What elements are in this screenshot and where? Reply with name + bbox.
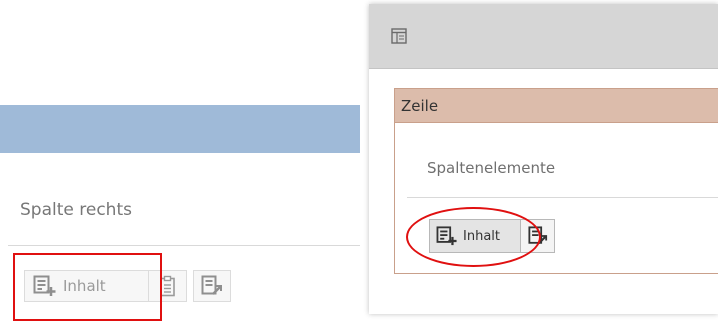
row-header: Zeile xyxy=(395,89,718,123)
left-divider xyxy=(8,245,360,246)
panel-header xyxy=(369,4,718,69)
left-edit-export-button[interactable] xyxy=(193,270,231,302)
left-section-bar xyxy=(0,105,360,153)
column-divider xyxy=(407,197,718,198)
left-column-heading: Spalte rechts xyxy=(20,200,132,220)
row-title: Zeile xyxy=(401,96,439,115)
layout-icon[interactable] xyxy=(391,28,407,44)
right-highlight-ellipse xyxy=(406,207,541,267)
column-elements-label: Spaltenelemente xyxy=(427,159,556,177)
left-highlight-box xyxy=(13,253,162,321)
edit-export-icon xyxy=(201,275,223,297)
content-panel: Zeile Spaltenelemente Inhalt xyxy=(369,4,718,314)
